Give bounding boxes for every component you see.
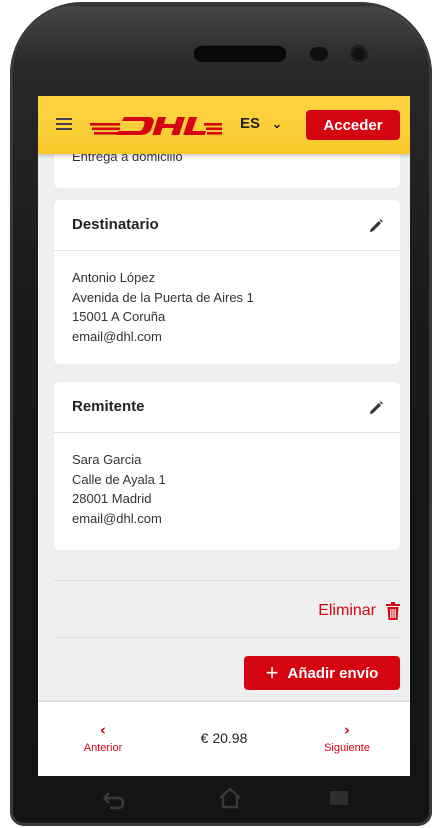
total-price: € 20.98 xyxy=(200,730,248,746)
top-bar: ES ⌄ Acceder xyxy=(38,96,410,154)
chevron-down-icon: ⌄ xyxy=(272,117,283,131)
phone-screen: Entrega a domicilio Destinatario Antonio… xyxy=(38,96,410,776)
sender-street: Calle de Ayala 1 xyxy=(72,471,166,487)
chevron-right-icon: › xyxy=(343,721,351,739)
sender-name: Sara Garcia xyxy=(72,452,142,467)
recipient-email: email@dhl.com xyxy=(72,328,162,344)
add-shipment-button[interactable]: + Añadir envío xyxy=(244,656,400,690)
divider xyxy=(54,580,400,581)
plus-icon: + xyxy=(265,660,279,685)
pencil-icon[interactable] xyxy=(368,218,384,234)
recent-apps-icon[interactable] xyxy=(328,786,350,810)
previous-button[interactable]: ‹ Anterior xyxy=(58,722,148,754)
recipient-street: Avenida de la Puerta de Aires 1 xyxy=(72,289,254,305)
language-code: ES xyxy=(240,115,261,132)
recipient-address: Antonio López Avenida de la Puerta de Ai… xyxy=(72,268,254,346)
add-shipment-label: Añadir envío xyxy=(287,664,379,682)
delete-shipment-button[interactable]: Eliminar xyxy=(318,600,400,622)
recipient-title: Destinatario xyxy=(72,216,159,233)
hamburger-icon[interactable] xyxy=(56,118,72,130)
next-button[interactable]: › Siguiente xyxy=(302,722,392,754)
next-label: Siguiente xyxy=(324,742,370,754)
language-selector[interactable]: ES ⌄ xyxy=(240,115,282,135)
proximity-sensor xyxy=(310,47,328,61)
front-camera xyxy=(350,45,368,63)
previous-label: Anterior xyxy=(83,742,123,754)
home-icon[interactable] xyxy=(218,786,242,810)
login-button[interactable]: Acceder xyxy=(306,110,400,140)
recipient-name: Antonio López xyxy=(72,270,156,285)
sender-email: email@dhl.com xyxy=(72,510,162,526)
sender-address: Sara Garcia Calle de Ayala 1 28001 Madri… xyxy=(72,450,166,528)
recipient-card: Destinatario Antonio López Avenida de la… xyxy=(54,200,400,364)
divider xyxy=(54,637,400,638)
dhl-logo[interactable] xyxy=(90,111,222,139)
trash-icon xyxy=(386,602,400,620)
sender-card-header: Remitente xyxy=(54,382,400,433)
earpiece-speaker xyxy=(194,46,286,62)
recipient-city: 15001 A Coruña xyxy=(72,309,166,324)
pencil-icon[interactable] xyxy=(368,400,384,416)
chevron-left-icon: ‹ xyxy=(99,721,107,739)
recipient-card-header: Destinatario xyxy=(54,200,400,251)
back-icon[interactable] xyxy=(100,786,126,810)
sender-title: Remitente xyxy=(72,398,145,415)
checkout-footer: ‹ Anterior € 20.98 › Siguiente xyxy=(38,702,410,776)
sender-card: Remitente Sara Garcia Calle de Ayala 1 2… xyxy=(54,382,400,550)
sender-city: 28001 Madrid xyxy=(72,491,152,506)
delete-label: Eliminar xyxy=(318,602,376,619)
